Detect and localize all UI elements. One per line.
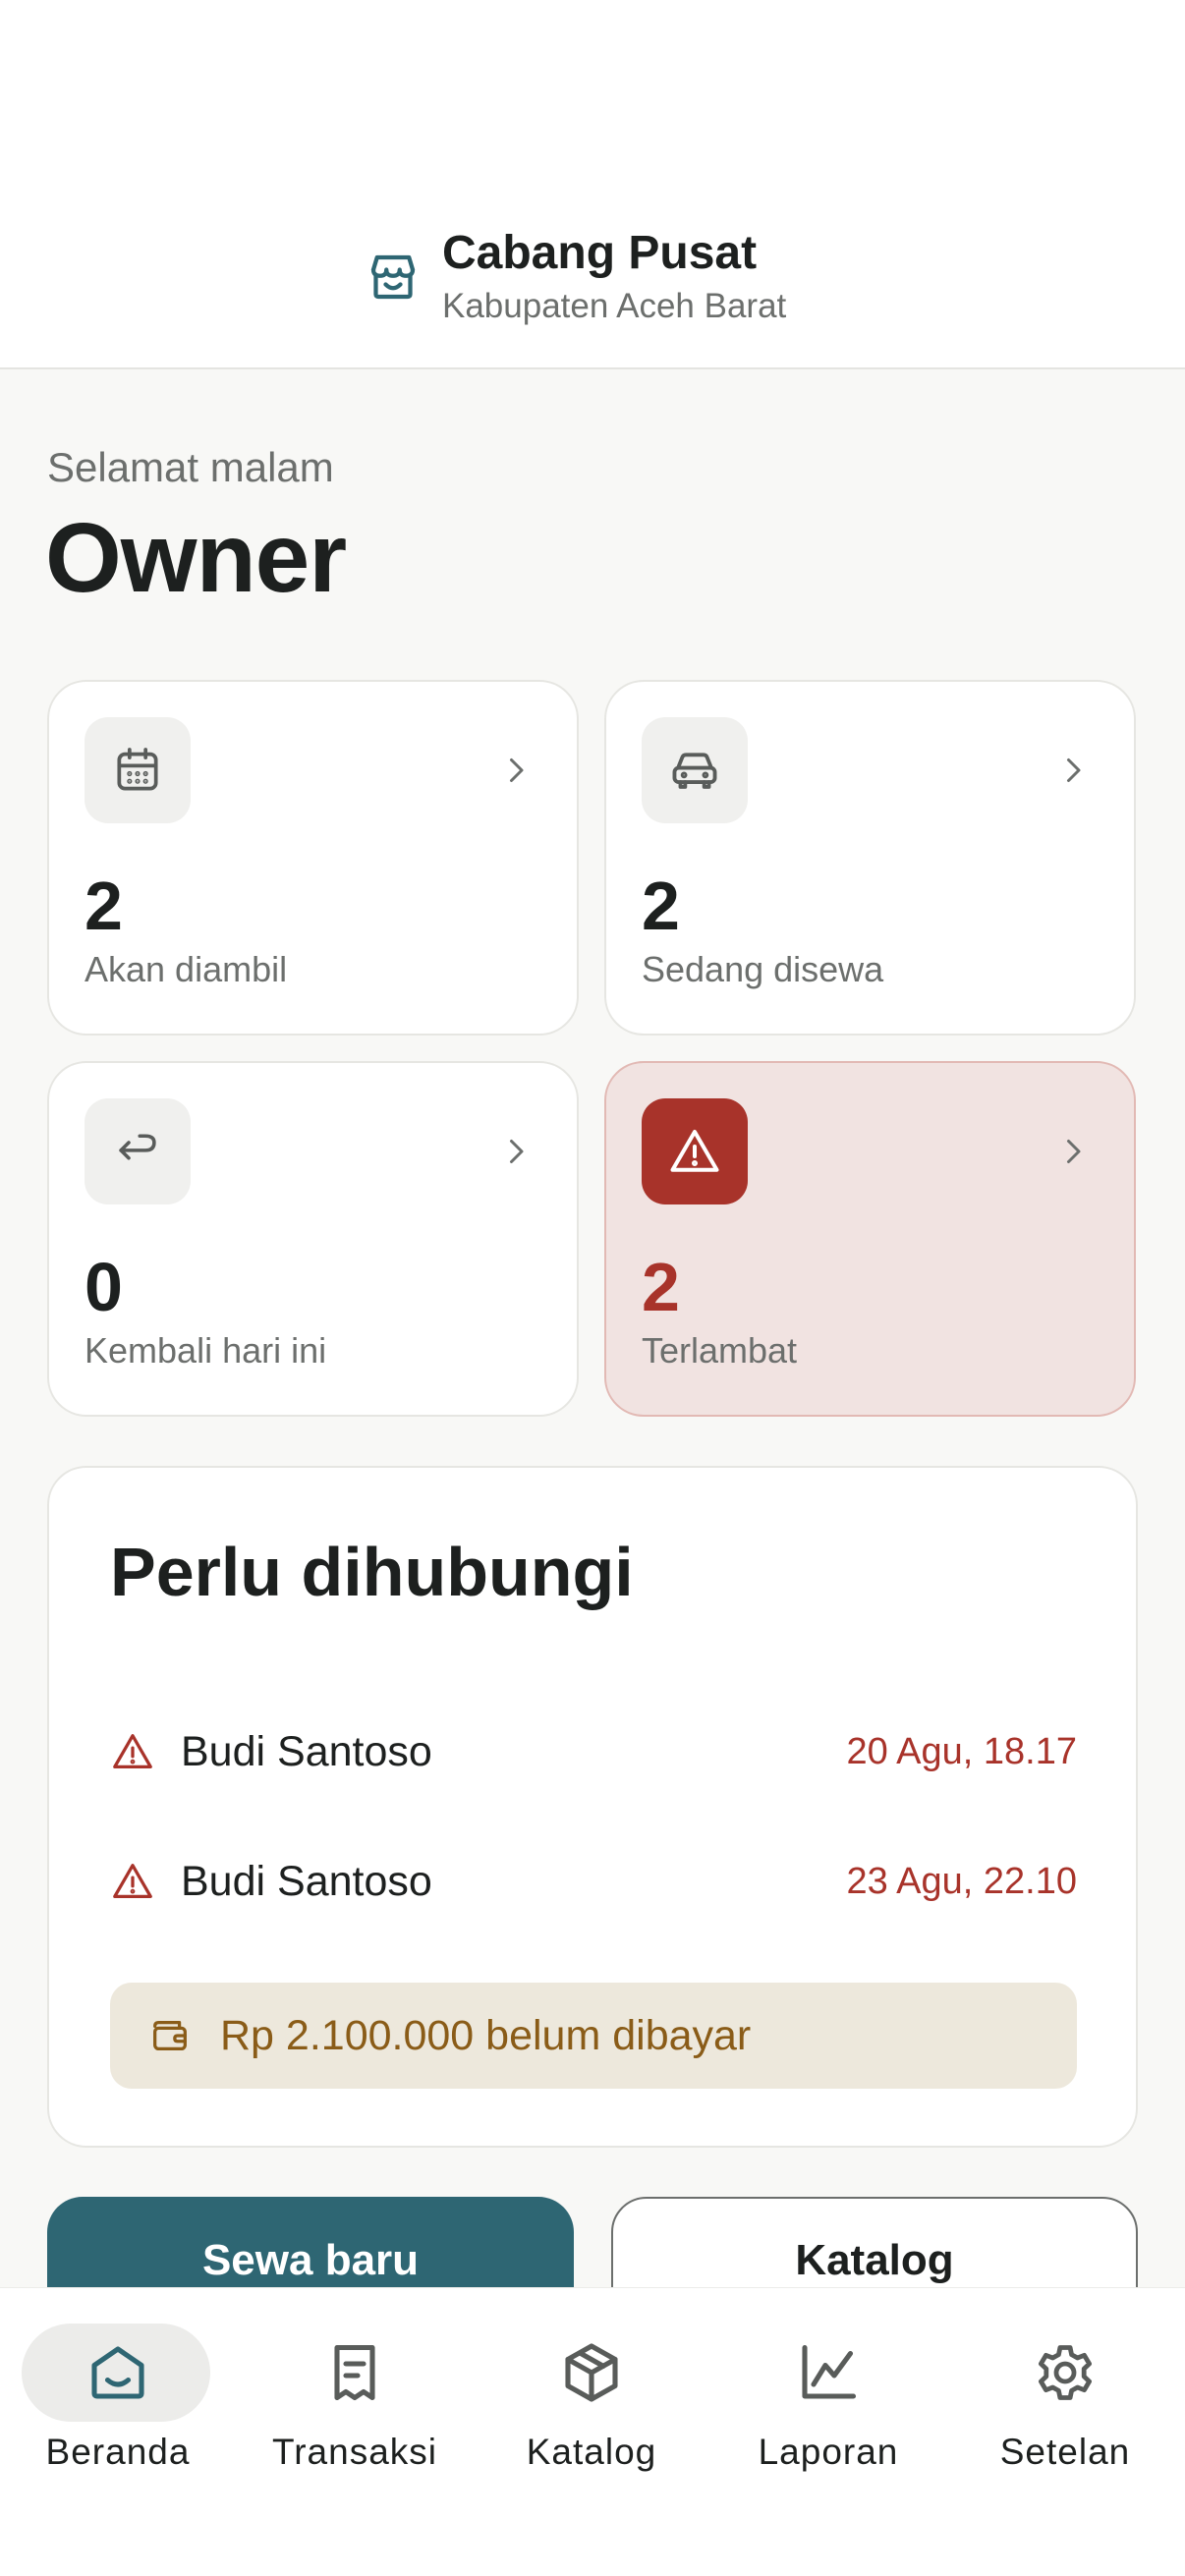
box-icon [565,2343,618,2402]
stat-card-overdue[interactable]: 2 Terlambat [604,1061,1136,1417]
stat-card-pickup[interactable]: 2 Akan diambil [47,680,579,1036]
contact-card: Perlu dihubungi Budi Santoso 20 Agu, 18.… [47,1466,1138,2148]
calendar-icon [117,748,158,791]
nav-label: Laporan [758,2432,899,2472]
chevron-right-icon [1067,758,1081,782]
stat-label: Terlambat [642,1330,798,1371]
warning-icon [113,1864,152,1898]
stat-label: Kembali hari ini [85,1330,327,1371]
wallet-icon [153,2020,187,2051]
receipt-icon [334,2344,375,2401]
stat-count: 2 [642,868,680,944]
chevron-right-icon [510,758,524,782]
nav-label: Transaksi [271,2432,437,2472]
nav-item-transaksi[interactable]: Transaksi [256,2306,453,2472]
nav-label: Setelan [999,2432,1131,2472]
warning-icon [113,1734,152,1768]
contact-item[interactable]: Budi Santoso 23 Agu, 22.10 [110,1847,1077,1916]
stat-count: 0 [85,1249,123,1325]
warning-icon [670,1130,719,1172]
stat-card-return-today[interactable]: 0 Kembali hari ini [47,1061,579,1417]
stat-label: Akan diambil [85,949,288,989]
unpaid-banner[interactable]: Rp 2.100.000 belum dibayar [110,1983,1077,2089]
return-arrow-icon [119,1134,156,1160]
car-icon [672,753,717,789]
contact-name: Budi Santoso [181,1857,432,1905]
stat-label: Sedang disewa [642,949,884,989]
home-icon [91,2346,144,2399]
chevron-right-icon [510,1140,524,1163]
stat-icon-box [642,717,748,823]
nav-item-laporan[interactable]: Laporan [730,2306,927,2472]
chevron-right-icon [1067,1140,1081,1163]
stat-card-rented[interactable]: 2 Sedang disewa [604,680,1136,1036]
greeting-user: Owner [45,503,347,613]
contact-date: 20 Agu, 18.17 [846,1730,1077,1772]
stat-icon-box [642,1098,748,1204]
nav-label: Katalog [526,2432,657,2472]
chart-icon [802,2344,857,2399]
nav-item-katalog[interactable]: Katalog [493,2306,690,2472]
contact-date: 23 Agu, 22.10 [846,1860,1077,1902]
branch-location: Kabupaten Aceh Barat [442,287,787,325]
greeting-salutation: Selamat malam [47,444,334,490]
stat-count: 2 [85,868,123,944]
top-bar: Cabang Pusat Kabupaten Aceh Barat [0,0,1185,369]
bottom-nav: Beranda Transaksi Katalog Laporan Setela… [0,2287,1185,2576]
gear-icon [1039,2345,1092,2400]
store-icon [370,254,416,300]
stat-icon-box [85,717,191,823]
contact-title: Perlu dihubungi [110,1534,634,1610]
branch-selector[interactable]: Cabang Pusat Kabupaten Aceh Barat [364,224,786,328]
stat-icon-box [85,1098,191,1204]
nav-label: Beranda [45,2432,191,2472]
branch-name: Cabang Pusat [442,227,758,279]
contact-item[interactable]: Budi Santoso 20 Agu, 18.17 [110,1717,1077,1786]
contact-name: Budi Santoso [181,1727,432,1775]
unpaid-text: Rp 2.100.000 belum dibayar [220,2011,752,2059]
nav-item-setelan[interactable]: Setelan [967,2306,1163,2472]
nav-item-beranda[interactable]: Beranda [20,2306,216,2472]
stat-count: 2 [642,1249,680,1325]
